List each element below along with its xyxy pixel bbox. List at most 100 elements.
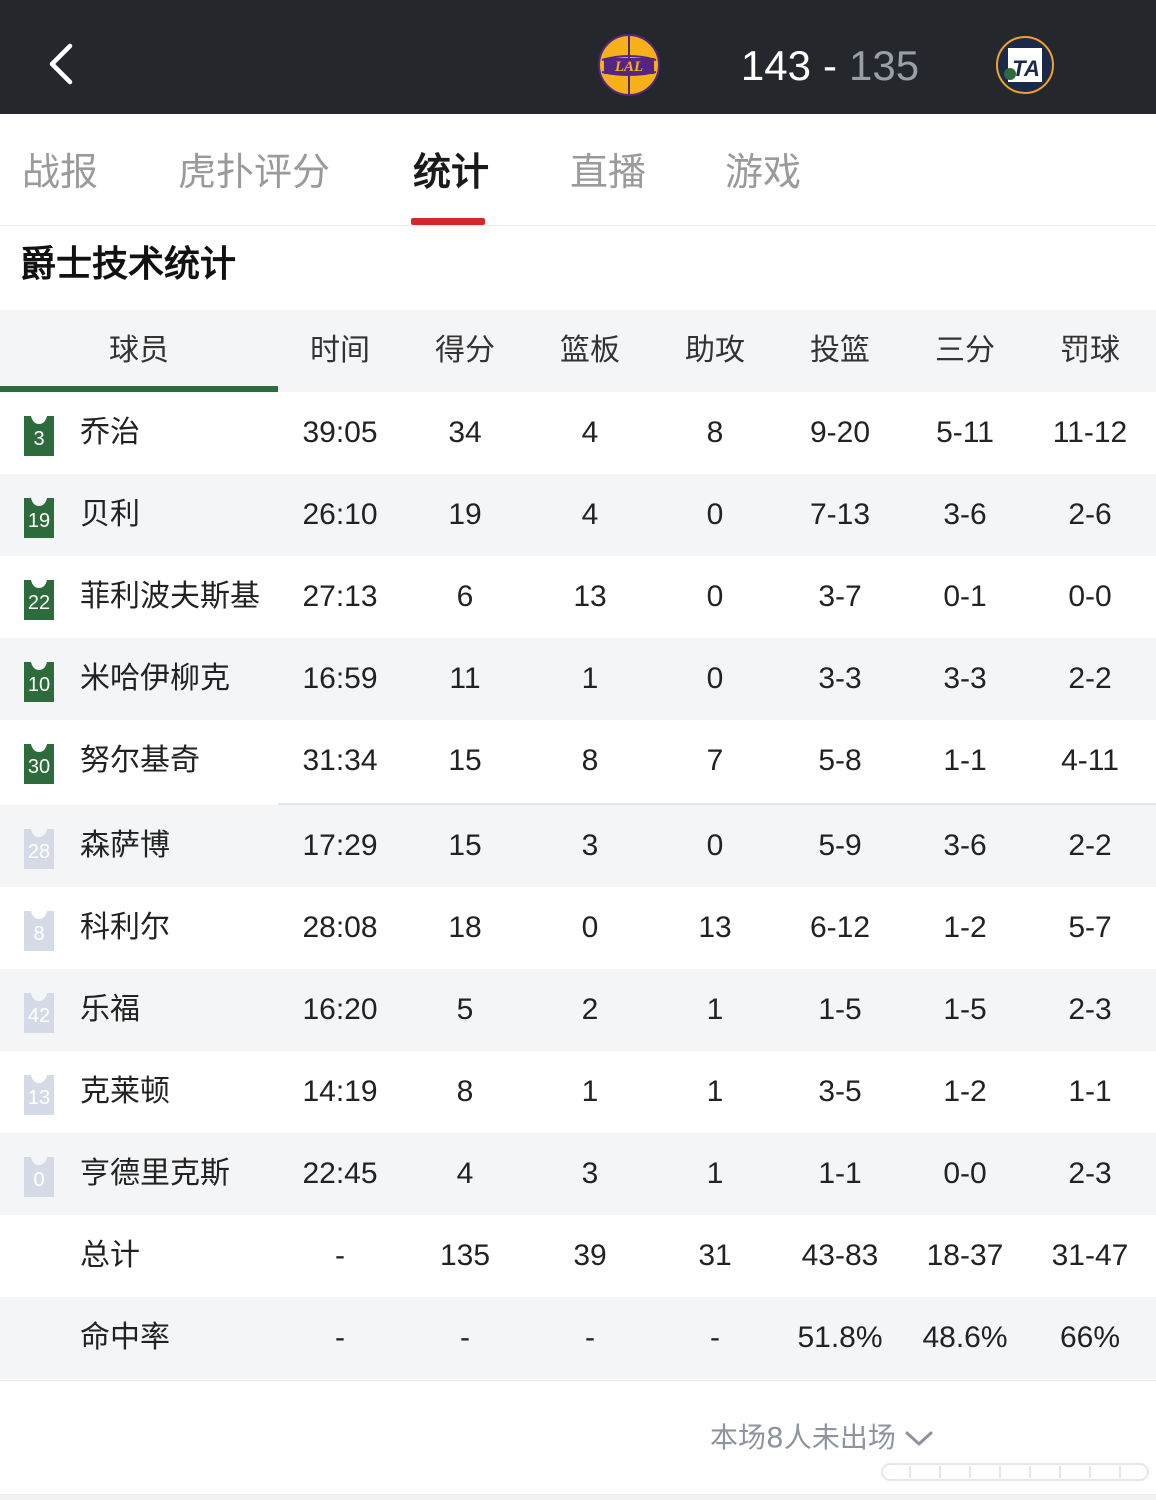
table-row[interactable]: 22 菲利波夫斯基 27:13 6 13 0 3-7 0-1 0-0 — [0, 556, 1156, 638]
back-arrow-icon[interactable] — [44, 40, 84, 88]
column-header-assists[interactable]: 助攻 — [653, 310, 777, 392]
stat-points: 8 — [456, 1075, 474, 1108]
active-tab-indicator — [411, 218, 485, 225]
tab-report[interactable]: 战报 — [22, 144, 98, 204]
score-dash: - — [823, 42, 837, 89]
player-name[interactable]: 克莱顿 — [80, 1051, 170, 1133]
stats-table: 球员 时间 得分 篮板 助攻 投篮 三分 罚球 3 乔治 39:05 34 4 8 9-20… — [0, 310, 1156, 1379]
jersey-icon: 0 — [20, 1153, 58, 1197]
player-name[interactable]: 森萨博 — [80, 805, 170, 887]
stat-assists: 1 — [706, 993, 724, 1026]
tab-live[interactable]: 直播 — [570, 144, 646, 204]
jersey-icon: 13 — [20, 1071, 58, 1115]
jersey-number: 28 — [27, 841, 51, 863]
stat-free-throws: 11-12 — [1052, 416, 1128, 449]
jersey-icon: 30 — [20, 740, 58, 784]
stat-free-throws: 2-3 — [1068, 1157, 1112, 1190]
stat-points: 11 — [449, 662, 481, 695]
stat-field-goals: 1-5 — [818, 993, 862, 1026]
stat-rebounds: 4 — [581, 498, 599, 531]
tab-game[interactable]: 游戏 — [725, 144, 801, 204]
stat-minutes: 26:10 — [302, 498, 378, 531]
table-row[interactable]: 8 科利尔 28:08 18 0 13 6-12 1-2 5-7 — [0, 887, 1156, 969]
stat-three-pointers: 3-6 — [943, 829, 987, 862]
jersey-icon: 22 — [20, 576, 58, 620]
column-header-three-pointers[interactable]: 三分 — [903, 310, 1027, 392]
stat-three-pointers: 0-0 — [943, 1157, 987, 1190]
stat-three-pointers: 3-3 — [943, 662, 987, 695]
jersey-number: 13 — [27, 1087, 51, 1109]
stat-assists: 0 — [706, 662, 724, 695]
stat-field-goals: 1-1 — [818, 1157, 862, 1190]
stat-rebounds: 1 — [581, 1075, 599, 1108]
table-row[interactable]: 28 森萨博 17:29 15 3 0 5-9 3-6 2-2 — [0, 805, 1156, 887]
column-header-field-goals[interactable]: 投篮 — [778, 310, 902, 392]
stat-points: 34 — [448, 416, 482, 449]
stat-free-throws: 4-11 — [1061, 744, 1119, 777]
stat-three-pointers: 48.6% — [922, 1321, 1008, 1354]
table-row[interactable]: 10 米哈伊柳克 16:59 11 1 0 3-3 3-3 2-2 — [0, 638, 1156, 720]
table-row[interactable]: 3 乔治 39:05 34 4 8 9-20 5-11 11-12 — [0, 392, 1156, 474]
stat-points: 15 — [448, 829, 482, 862]
stat-field-goals: 3-3 — [818, 662, 862, 695]
stat-field-goals: 6-12 — [809, 911, 871, 944]
stat-rebounds: 3 — [581, 1157, 599, 1190]
lakers-logo[interactable]: LAL — [598, 34, 660, 96]
dnp-toggle[interactable]: 本场8人未出场 — [710, 1416, 934, 1460]
jersey-number: 8 — [33, 923, 45, 945]
player-name[interactable]: 科利尔 — [80, 887, 170, 969]
column-header-rebounds[interactable]: 篮板 — [528, 310, 652, 392]
stat-free-throws: 5-7 — [1068, 911, 1112, 944]
player-name[interactable]: 乔治 — [80, 392, 140, 474]
player-name[interactable]: 米哈伊柳克 — [80, 638, 230, 720]
column-header-minutes[interactable]: 时间 — [278, 310, 402, 392]
stat-minutes: 39:05 — [302, 416, 378, 449]
stat-minutes: - — [335, 1239, 345, 1272]
stat-minutes: 31:34 — [302, 744, 378, 777]
column-header-points[interactable]: 得分 — [403, 310, 527, 392]
stat-rebounds: 3 — [581, 829, 599, 862]
stat-minutes: 14:19 — [302, 1075, 378, 1108]
stat-field-goals: 3-7 — [818, 580, 862, 613]
stat-assists: 0 — [706, 580, 724, 613]
player-name[interactable]: 亨德里克斯 — [80, 1133, 230, 1215]
stat-free-throws: 66% — [1059, 1321, 1121, 1354]
tab-rating[interactable]: 虎扑评分 — [178, 144, 330, 204]
table-row[interactable]: 30 努尔基奇 31:34 15 8 7 5-8 1-1 4-11 — [0, 720, 1156, 805]
jersey-icon: 42 — [20, 989, 58, 1033]
stat-three-pointers: 18-37 — [926, 1239, 1004, 1272]
player-name[interactable]: 乐福 — [80, 969, 140, 1051]
table-row[interactable]: 19 贝利 26:10 19 4 0 7-13 3-6 2-6 — [0, 474, 1156, 556]
jersey-icon: 28 — [20, 825, 58, 869]
jersey-number: 0 — [33, 1169, 45, 1191]
stat-assists: - — [710, 1321, 720, 1354]
stat-assists: 1 — [706, 1157, 724, 1190]
tab-bar: 战报 虎扑评分 统计 直播 游戏 — [0, 114, 1156, 226]
player-name[interactable]: 努尔基奇 — [80, 720, 200, 802]
stat-free-throws: 2-3 — [1068, 993, 1112, 1026]
stat-minutes: 16:59 — [302, 662, 378, 695]
tab-stats[interactable]: 统计 — [413, 144, 489, 204]
column-header-free-throws[interactable]: 罚球 — [1028, 310, 1152, 392]
stat-points: 5 — [456, 993, 474, 1026]
stat-points: 15 — [448, 744, 482, 777]
stat-rebounds: 8 — [581, 744, 599, 777]
stat-free-throws: 2-2 — [1068, 662, 1112, 695]
stat-three-pointers: 0-1 — [943, 580, 987, 613]
jersey-number: 3 — [33, 428, 45, 450]
table-row[interactable]: 0 亨德里克斯 22:45 4 3 1 1-1 0-0 2-3 — [0, 1133, 1156, 1215]
table-row[interactable]: 42 乐福 16:20 5 2 1 1-5 1-5 2-3 — [0, 969, 1156, 1051]
top-bar: LAL 143-135 TA — [0, 0, 1156, 114]
jazz-logo[interactable]: TA — [994, 34, 1056, 96]
stat-field-goals: 51.8% — [797, 1321, 883, 1354]
player-name[interactable]: 贝利 — [80, 474, 140, 556]
stat-rebounds: 4 — [581, 416, 599, 449]
stat-three-pointers: 1-2 — [943, 911, 987, 944]
stat-points: 4 — [456, 1157, 474, 1190]
table-row[interactable]: 13 克莱顿 14:19 8 1 1 3-5 1-2 1-1 — [0, 1051, 1156, 1133]
jersey-number: 19 — [27, 510, 51, 532]
player-name[interactable]: 菲利波夫斯基 — [80, 556, 260, 638]
chevron-down-icon — [905, 1431, 933, 1446]
column-header-player[interactable]: 球员 — [0, 310, 278, 392]
jersey-icon: 3 — [20, 412, 58, 456]
